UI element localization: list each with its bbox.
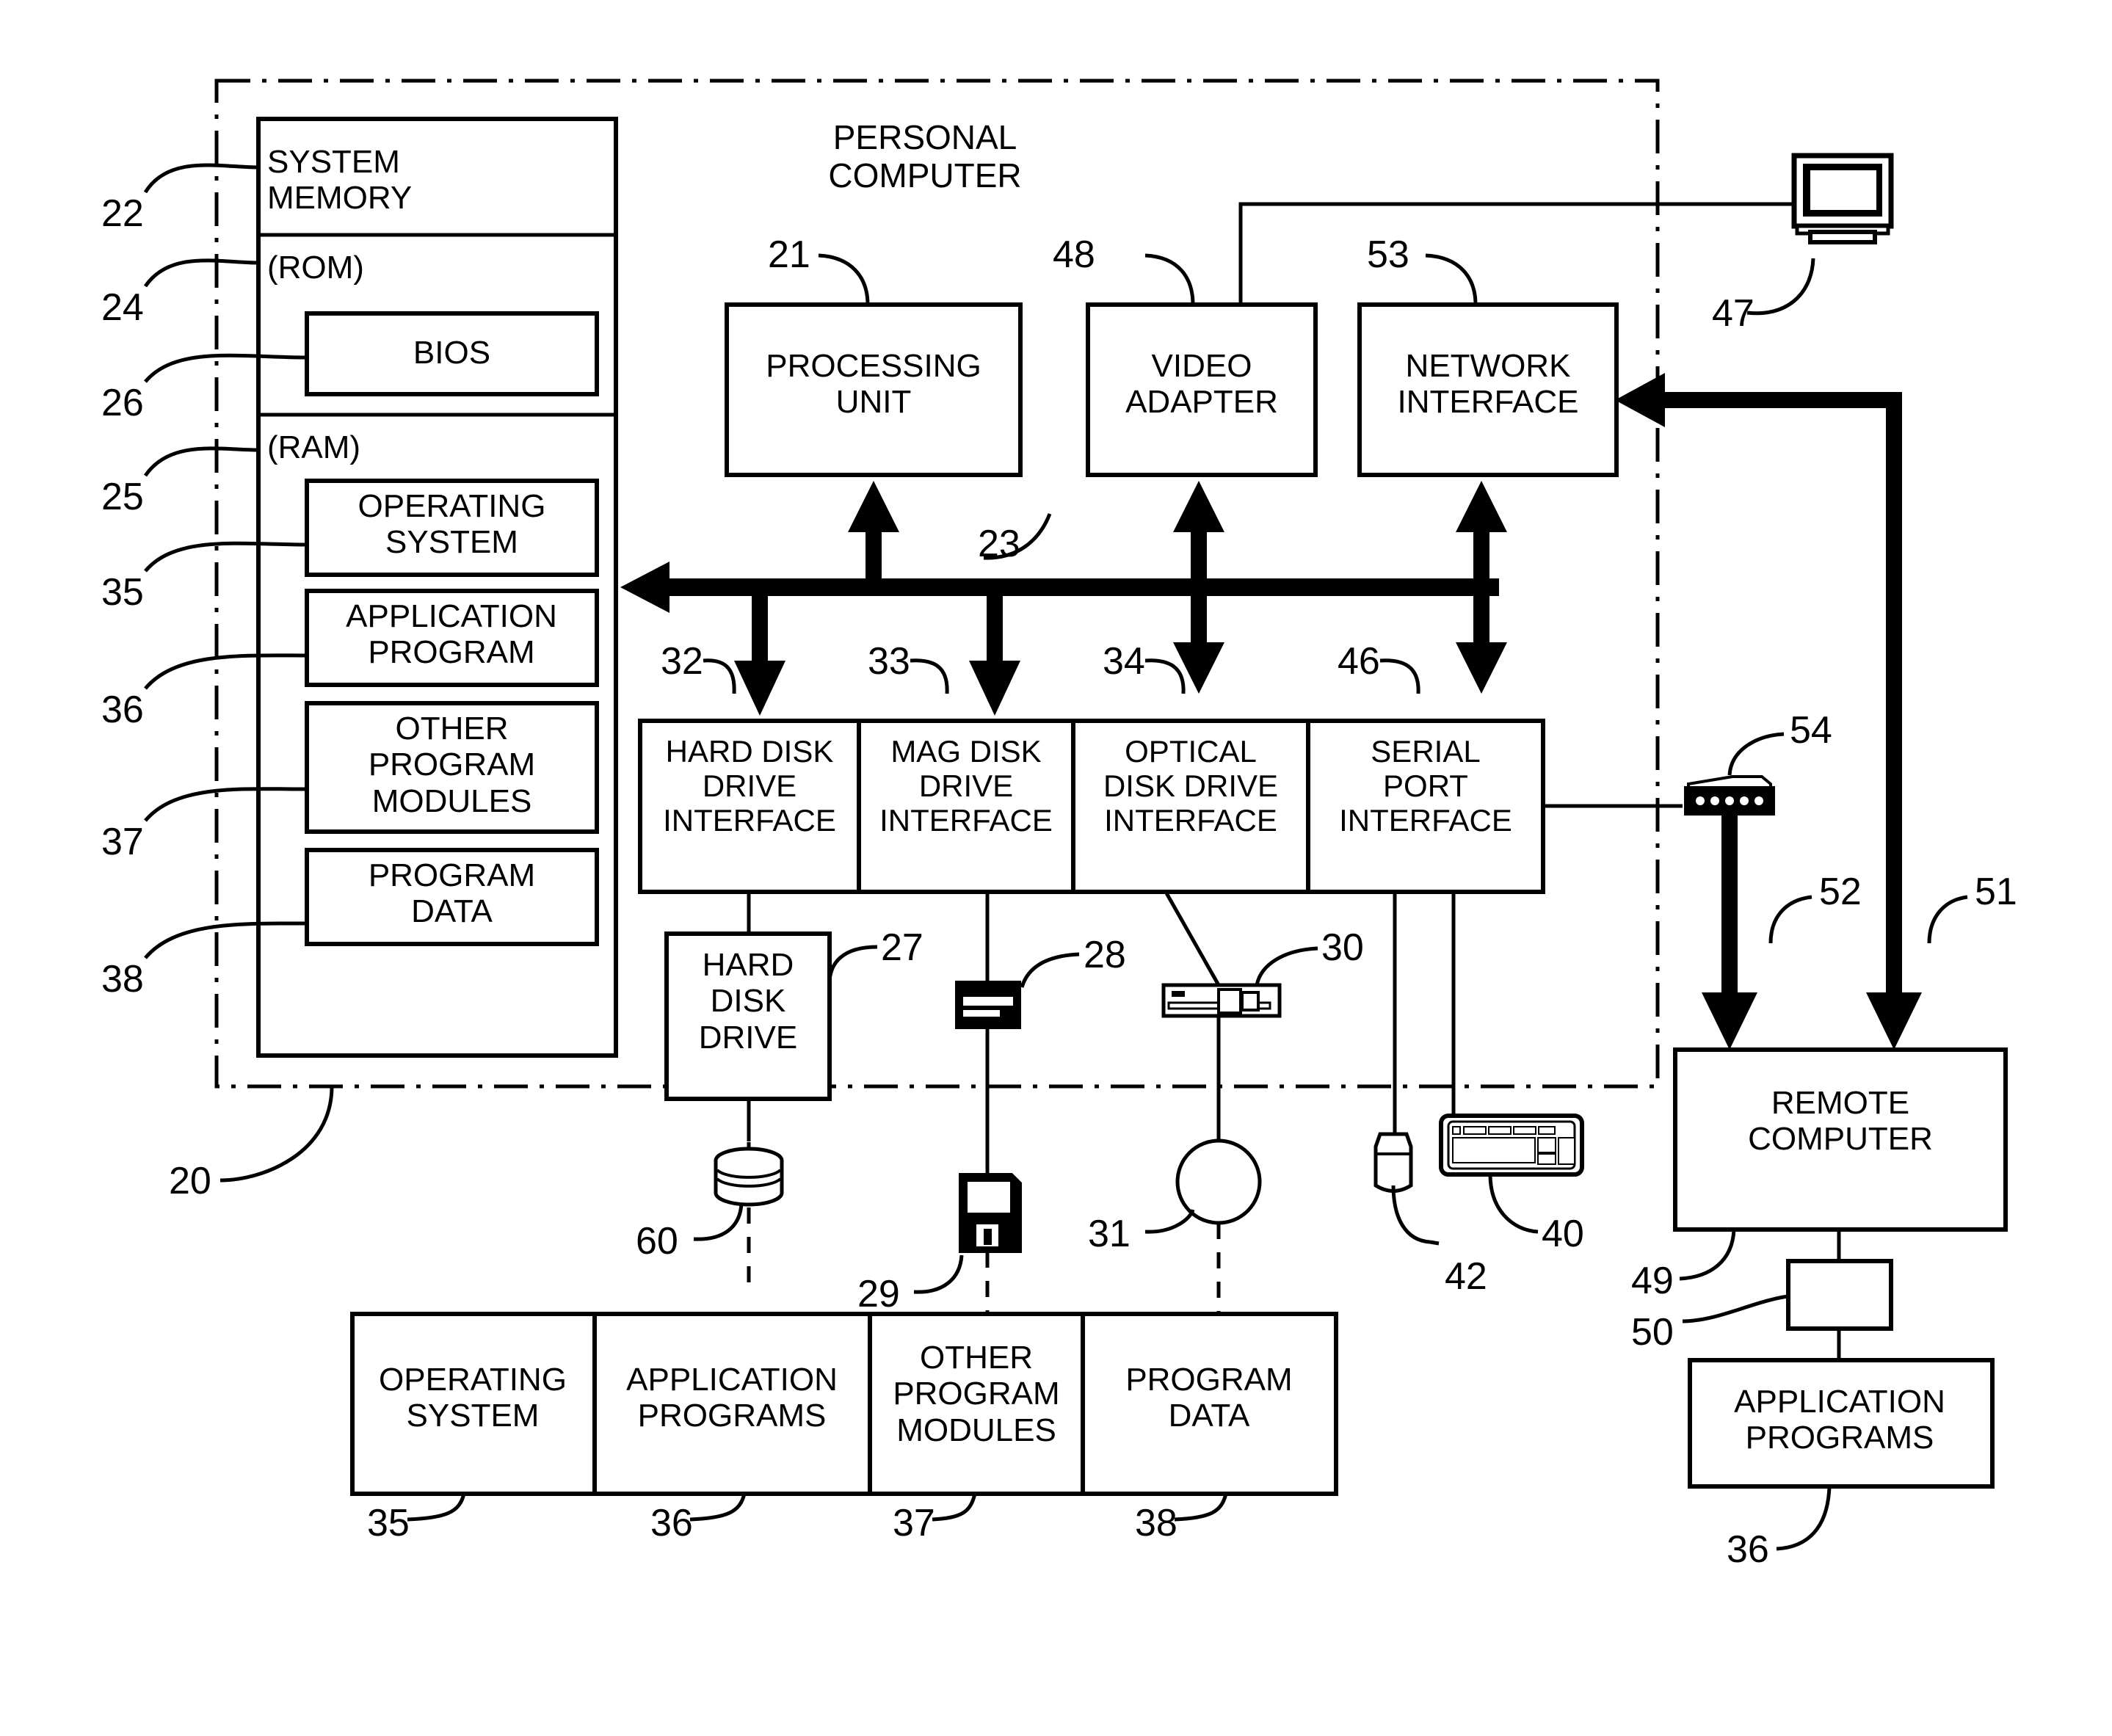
ref-48: 48 <box>1053 233 1095 276</box>
video-adapter-label: VIDEO ADAPTER <box>1125 348 1278 421</box>
ref-23: 23 <box>978 523 1020 565</box>
ref-20: 20 <box>169 1160 211 1202</box>
monitor-icon <box>1791 153 1901 248</box>
network-interface-label: NETWORK INTERFACE <box>1397 348 1579 421</box>
hard-disk-platter-icon <box>714 1147 784 1207</box>
ref-38-memory: 38 <box>101 958 144 1000</box>
ref-42: 42 <box>1445 1255 1487 1298</box>
patent-figure-canvas: PERSONAL COMPUTER SYSTEM MEMORY (ROM) (R… <box>0 0 2112 1736</box>
storage-other-program-modules-label: OTHER PROGRAM MODULES <box>893 1340 1060 1448</box>
ref-36-remote: 36 <box>1727 1528 1769 1571</box>
ref-47: 47 <box>1712 292 1754 335</box>
storage-program-data-label: PROGRAM DATA <box>1125 1362 1293 1434</box>
hard-disk-drive-label: HARD DISK DRIVE <box>698 947 798 1056</box>
ref-46: 46 <box>1338 640 1380 683</box>
ref-38-storage: 38 <box>1135 1502 1177 1544</box>
figure-title: PERSONAL COMPUTER <box>828 118 1022 195</box>
keyboard-icon <box>1439 1114 1584 1177</box>
ref-35-memory: 35 <box>101 571 144 614</box>
ref-52: 52 <box>1819 871 1862 913</box>
optical-disc-icon <box>1175 1138 1262 1225</box>
storage-application-programs-label: APPLICATION PROGRAMS <box>626 1362 838 1434</box>
ref-25: 25 <box>101 476 144 518</box>
modem-icon <box>1684 775 1775 816</box>
processing-unit-label: PROCESSING UNIT <box>766 348 981 421</box>
mag-disk-drive-icon <box>955 981 1021 1029</box>
mag-disk-drive-interface-label: MAG DISK DRIVE INTERFACE <box>879 734 1053 838</box>
monitor-connection <box>1238 202 1808 305</box>
program-data-label: PROGRAM DATA <box>368 857 536 930</box>
ref-50: 50 <box>1631 1311 1674 1354</box>
ref-28: 28 <box>1084 934 1126 976</box>
floppy-disk-icon <box>959 1173 1022 1253</box>
serial-port-interface-label: SERIAL PORT INTERFACE <box>1339 734 1512 838</box>
remote-computer-label: REMOTE COMPUTER <box>1748 1085 1933 1158</box>
ref-54: 54 <box>1790 709 1832 752</box>
other-program-modules-label: OTHER PROGRAM MODULES <box>368 711 536 819</box>
ref-21: 21 <box>768 233 810 276</box>
memory-storage-device-box <box>1786 1259 1893 1331</box>
ref-24: 24 <box>101 286 144 329</box>
application-program-label: APPLICATION PROGRAM <box>346 598 557 671</box>
ref-27: 27 <box>881 926 923 969</box>
ref-37-memory: 37 <box>101 821 144 863</box>
optical-disk-drive-icon <box>1161 983 1282 1018</box>
ref-29: 29 <box>857 1273 900 1315</box>
storage-operating-system-label: OPERATING SYSTEM <box>379 1362 567 1434</box>
ref-26: 26 <box>101 382 144 424</box>
ref-40: 40 <box>1542 1213 1584 1255</box>
bios-label: BIOS <box>413 335 491 371</box>
ref-37-storage: 37 <box>893 1502 935 1544</box>
ref-60: 60 <box>636 1220 678 1263</box>
ref-22: 22 <box>101 192 144 235</box>
rom-label: (ROM) <box>267 250 364 286</box>
operating-system-label: OPERATING SYSTEM <box>358 488 546 561</box>
ref-36-storage: 36 <box>650 1502 693 1544</box>
ram-label: (RAM) <box>267 429 361 465</box>
system-memory-header: SYSTEM MEMORY <box>267 144 413 217</box>
ref-49: 49 <box>1631 1260 1674 1302</box>
ref-33: 33 <box>868 640 910 683</box>
ref-51: 51 <box>1975 871 2017 913</box>
ref-35-storage: 35 <box>367 1502 410 1544</box>
ref-34: 34 <box>1103 640 1145 683</box>
ref-31: 31 <box>1088 1213 1131 1255</box>
optical-disk-drive-interface-label: OPTICAL DISK DRIVE INTERFACE <box>1103 734 1279 838</box>
ref-30: 30 <box>1321 926 1364 969</box>
ref-32: 32 <box>661 640 703 683</box>
remote-application-programs-label: APPLICATION PROGRAMS <box>1734 1384 1945 1456</box>
ref-36-memory: 36 <box>101 689 144 731</box>
ref-53: 53 <box>1367 233 1409 276</box>
hard-disk-drive-interface-label: HARD DISK DRIVE INTERFACE <box>663 734 836 838</box>
mouse-icon <box>1373 1132 1413 1193</box>
